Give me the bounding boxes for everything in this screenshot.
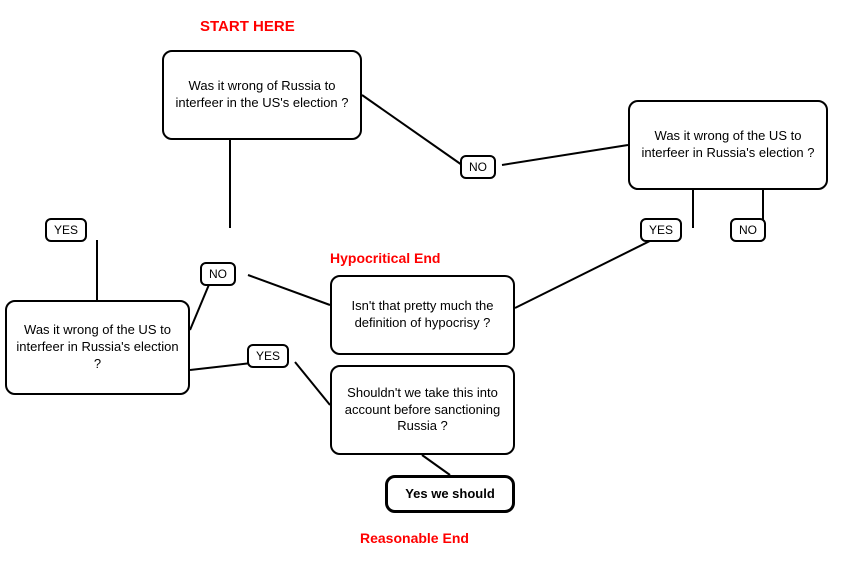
node-q4-text: Isn't that pretty much the definition of… (340, 298, 505, 332)
node-q5-text: Shouldn't we take this into account befo… (340, 385, 505, 436)
node-q1-text: Was it wrong of Russia to interfeer in t… (172, 78, 352, 112)
flowchart: START HERE Was it wrong of Russia to int… (0, 0, 859, 574)
node-q1: Was it wrong of Russia to interfeer in t… (162, 50, 362, 140)
label-yes1: YES (45, 218, 87, 242)
node-q5: Shouldn't we take this into account befo… (330, 365, 515, 455)
hypocritical-end-label: Hypocritical End (330, 250, 440, 266)
node-yes-we-should-text: Yes we should (405, 486, 495, 503)
label-no2: NO (200, 262, 236, 286)
node-q3: Was it wrong of the US to interfeer in R… (5, 300, 190, 395)
reasonable-end-label: Reasonable End (360, 530, 469, 546)
node-q2-text: Was it wrong of the US to interfeer in R… (638, 128, 818, 162)
node-q2: Was it wrong of the US to interfeer in R… (628, 100, 828, 190)
node-yes-we-should: Yes we should (385, 475, 515, 513)
label-no1: NO (460, 155, 496, 179)
node-q3-text: Was it wrong of the US to interfeer in R… (15, 322, 180, 373)
label-yes2: YES (247, 344, 289, 368)
start-label: START HERE (200, 18, 295, 35)
label-yes3: YES (640, 218, 682, 242)
node-q4: Isn't that pretty much the definition of… (330, 275, 515, 355)
label-no3: NO (730, 218, 766, 242)
